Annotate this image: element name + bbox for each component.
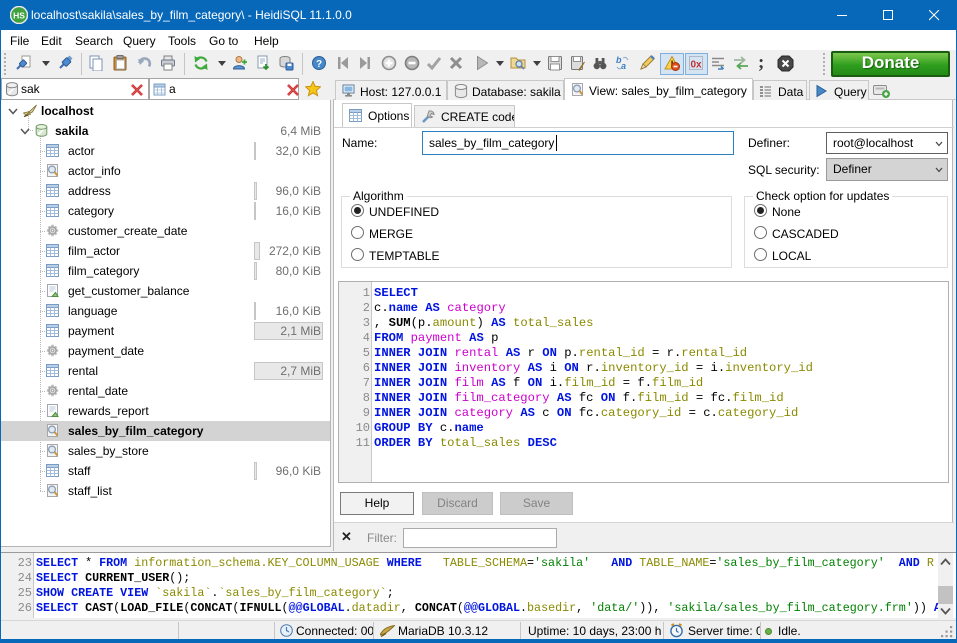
svg-text:?: ?	[316, 59, 322, 70]
svg-text:0x: 0x	[690, 60, 702, 71]
svg-text:a: a	[621, 61, 626, 71]
svg-text:HS: HS	[13, 11, 25, 21]
